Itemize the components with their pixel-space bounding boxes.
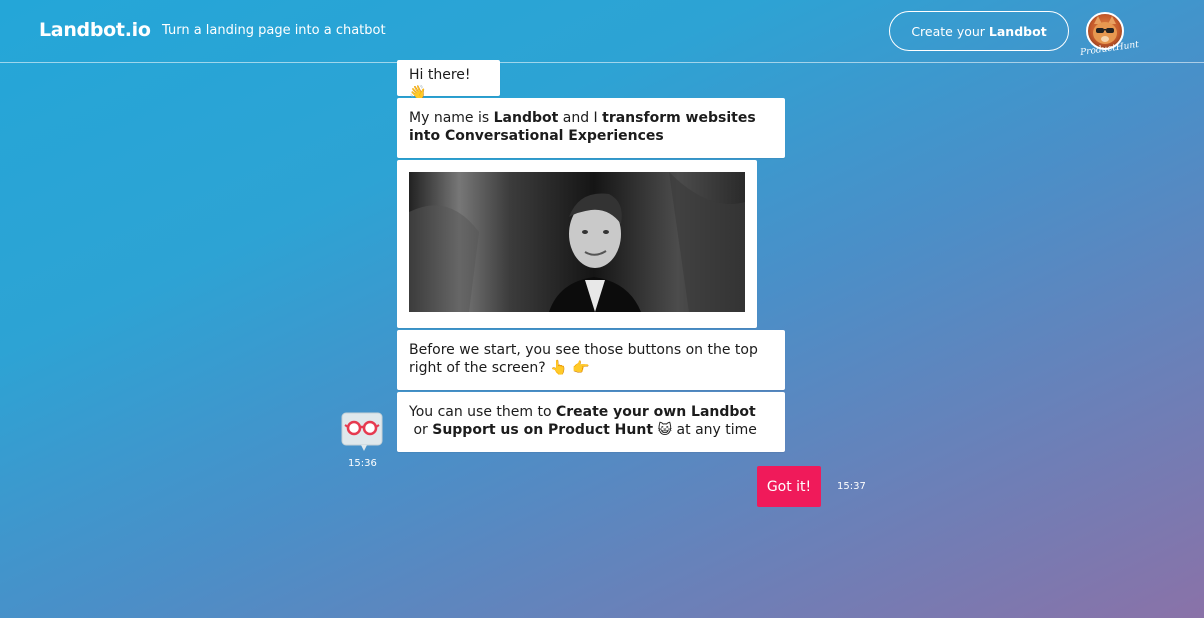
bot-message-buttons-hint: Before we start, you see those buttons o… bbox=[397, 330, 785, 390]
message-bold-text: Support us on Product Hunt bbox=[432, 422, 654, 438]
top-bar: Landbot.io Turn a landing page into a ch… bbox=[0, 0, 1204, 63]
create-landbot-button-bold: Landbot bbox=[988, 23, 1047, 39]
pointing-up-icon: 👆 bbox=[550, 360, 568, 376]
message-text: My name is bbox=[409, 110, 494, 126]
bot-message-intro: My name is Landbot and I transform websi… bbox=[397, 98, 785, 158]
message-bold-text: Create your own Landbot bbox=[555, 404, 756, 420]
message-text: Hi there! bbox=[409, 67, 471, 83]
bot-message-gif bbox=[397, 160, 757, 328]
bot-message-options: You can use them to Create your own Land… bbox=[397, 392, 785, 452]
create-landbot-button-prefix: Create your bbox=[911, 23, 989, 39]
bot-message-greeting: Hi there! 👋 bbox=[397, 60, 500, 101]
message-text: or bbox=[409, 422, 433, 438]
gif-image[interactable] bbox=[409, 172, 745, 312]
create-landbot-button[interactable]: Create your Landbot bbox=[889, 11, 1069, 51]
message-text: at any time bbox=[672, 422, 757, 438]
pointing-right-icon: 👉 bbox=[572, 360, 590, 376]
message-text: and I bbox=[558, 110, 603, 126]
bot-timestamp: 15:36 bbox=[348, 458, 377, 469]
cat-face-icon: 😺 bbox=[657, 422, 673, 438]
product-hunt-badge[interactable]: ProductHunt bbox=[1080, 10, 1139, 60]
got-it-reply-button[interactable]: Got it! bbox=[757, 466, 821, 507]
brand-logo[interactable]: Landbot.io bbox=[39, 19, 151, 41]
gif-illustration bbox=[409, 172, 745, 312]
reply-timestamp: 15:37 bbox=[837, 481, 866, 492]
tagline: Turn a landing page into a chatbot bbox=[162, 23, 386, 38]
message-text: You can use them to bbox=[409, 404, 556, 420]
message-bold-text: Landbot bbox=[493, 110, 559, 126]
robot-glasses-icon bbox=[341, 410, 383, 452]
